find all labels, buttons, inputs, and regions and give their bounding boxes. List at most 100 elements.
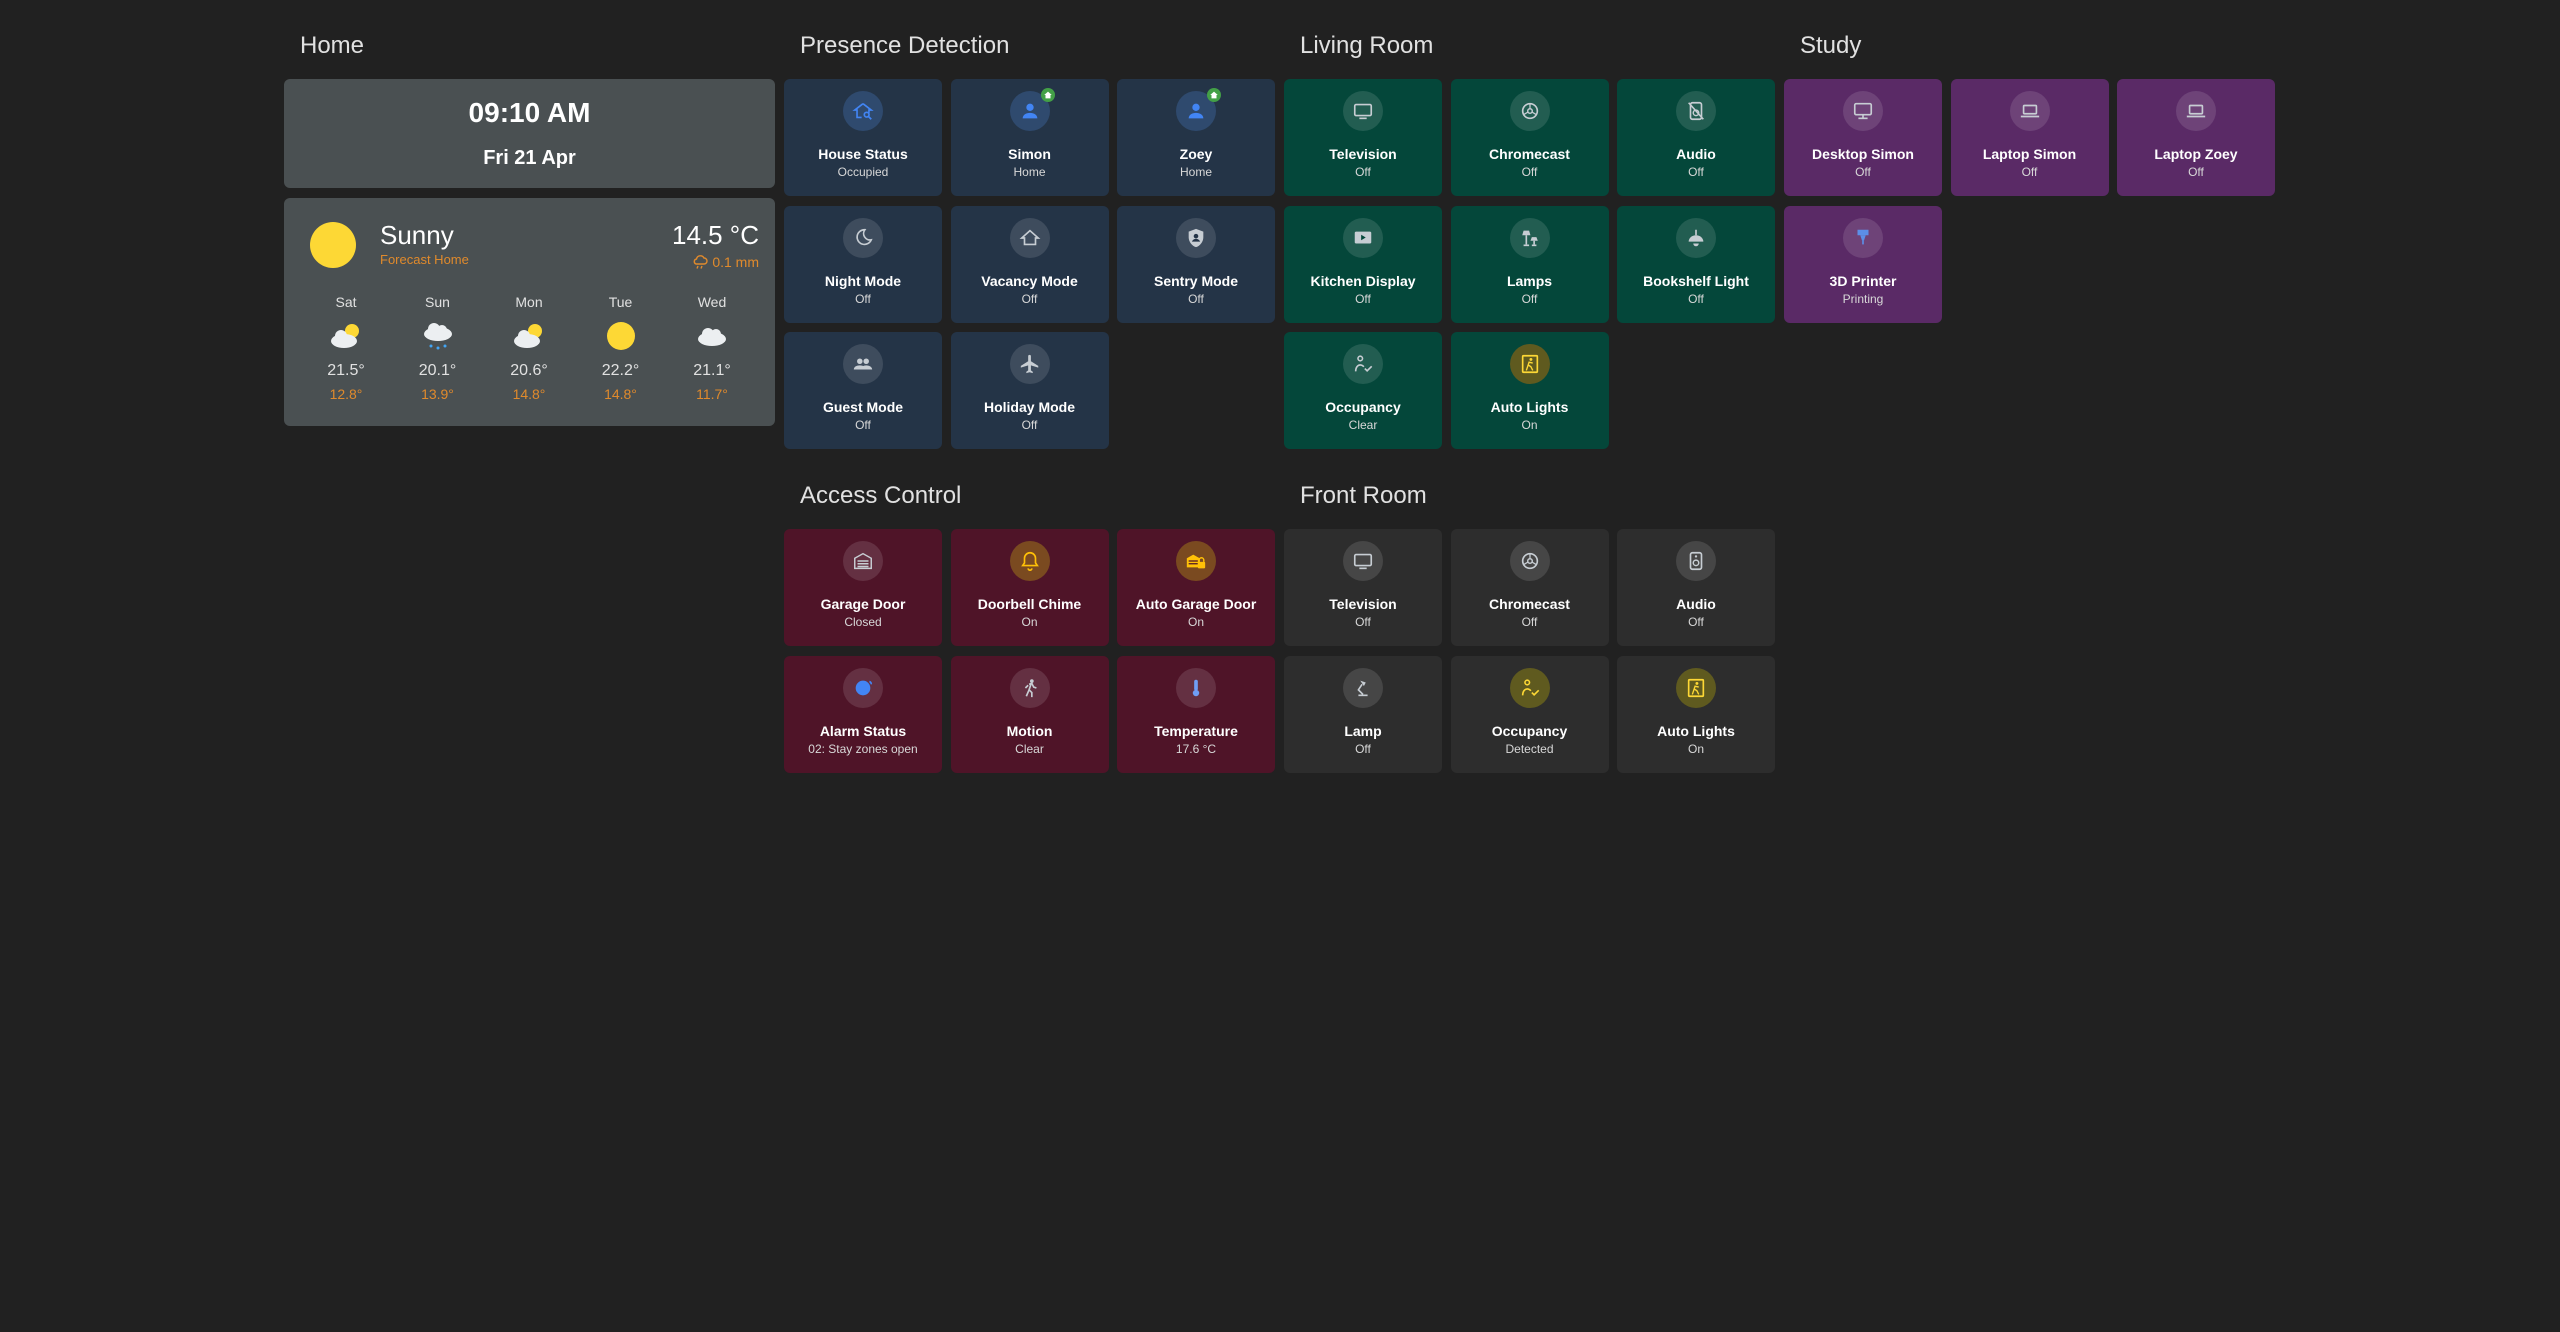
forecast-low: 12.8° <box>329 386 363 402</box>
access-tile-garage-door[interactable]: Garage Door Closed <box>784 529 942 646</box>
access-tile-auto-garage-door[interactable]: Auto Garage Door On <box>1117 529 1275 646</box>
television-icon <box>1343 91 1383 131</box>
partly-cloudy-icon <box>499 318 559 354</box>
rain-cloud-icon <box>694 255 709 269</box>
tile-state: Off <box>1688 291 1704 306</box>
tile-state: Off <box>1688 615 1704 629</box>
access-tile-motion[interactable]: Motion Clear <box>950 655 1109 773</box>
living-room-tile-chromecast[interactable]: Chromecast Off <box>1450 79 1609 196</box>
tile-state: Off <box>1188 291 1204 306</box>
tile-name: Temperature <box>1154 722 1238 739</box>
front-room-tile-chromecast[interactable]: Chromecast Off <box>1450 529 1609 646</box>
living-room-tile-lamps[interactable]: Lamps Off <box>1450 205 1609 323</box>
forecast-high: 21.5° <box>327 362 365 379</box>
tile-state: Off <box>1021 418 1038 432</box>
tile-state: Occupied <box>837 165 889 179</box>
access-tile-temperature[interactable]: Temperature 17.6 °C <box>1117 655 1275 773</box>
access-control-title: Access Control <box>800 482 962 509</box>
front-room-tile-audio[interactable]: Audio Off <box>1617 529 1775 646</box>
living-room-tile-television[interactable]: Television Off <box>1284 79 1442 196</box>
tile-state: Off <box>855 291 871 306</box>
study-tile-desktop-simon[interactable]: Desktop Simon Off <box>1784 79 1942 196</box>
tile-state: Off <box>2188 165 2204 179</box>
presence-tile-simon[interactable]: Simon Home <box>950 79 1109 196</box>
tile-name: Bookshelf Light <box>1643 272 1749 289</box>
living-room-tile-auto-lights[interactable]: Auto Lights On <box>1450 332 1609 449</box>
walk-icon <box>1009 667 1050 708</box>
tile-state: Off <box>1355 741 1371 756</box>
presence-title: Presence Detection <box>800 32 1010 59</box>
account-group-icon <box>843 344 883 384</box>
front-room-tile-occupancy[interactable]: Occupancy Detected <box>1450 655 1609 773</box>
tile-state: Home <box>1179 165 1212 179</box>
bell-icon <box>1009 541 1050 581</box>
forecast-low: 14.8° <box>512 386 546 402</box>
living-room-tile-occupancy[interactable]: Occupancy Clear <box>1284 332 1442 449</box>
tile-name: Garage Door <box>820 596 906 612</box>
forecast-low: 11.7° <box>696 386 728 402</box>
home-badge-icon <box>1207 88 1221 102</box>
tile-name: Occupancy <box>1325 399 1401 415</box>
forecast-day: Mon 20.6° 14.8° <box>499 294 559 402</box>
tile-state: Detected <box>1505 741 1554 756</box>
forecast-high: 22.2° <box>601 362 640 379</box>
living-room-tile-kitchen-display[interactable]: Kitchen Display Off <box>1284 205 1442 323</box>
tile-name: House Status <box>818 146 908 162</box>
forecast-day: Sun 20.1° 13.9° <box>408 294 468 402</box>
tile-state: Off <box>1855 165 1871 179</box>
tile-name: Night Mode <box>824 272 902 289</box>
front-room-tile-lamp[interactable]: Lamp Off <box>1284 655 1442 773</box>
tile-state: Off <box>1521 165 1538 179</box>
home-outline-icon <box>1009 217 1050 258</box>
tile-state: Clear <box>1015 741 1044 756</box>
living-room-title: Living Room <box>1300 32 1434 59</box>
forecast-high: 20.6° <box>510 362 548 379</box>
ceiling-light-icon <box>1676 217 1716 258</box>
living-room-tile-audio[interactable]: Audio Off <box>1617 79 1775 196</box>
presence-tile-zoey[interactable]: Zoey Home <box>1117 79 1275 196</box>
study-tile-3d-printer[interactable]: 3D Printer Printing <box>1784 205 1942 323</box>
presence-tile-holiday-mode[interactable]: Holiday Mode Off <box>950 332 1109 449</box>
study-tile-laptop-simon[interactable]: Laptop Simon Off <box>1950 79 2109 196</box>
presence-tile-house-status[interactable]: House Status Occupied <box>784 79 942 196</box>
study-tile-laptop-zoey[interactable]: Laptop Zoey Off <box>2117 79 2275 196</box>
tile-state: 02: Stay zones open <box>808 741 918 756</box>
weather-source: Forecast Home <box>380 252 469 267</box>
cast-icon <box>1509 91 1550 131</box>
forecast-day-name: Sat <box>335 294 357 310</box>
living-room-tile-bookshelf-light[interactable]: Bookshelf Light Off <box>1617 205 1775 323</box>
monitor-icon <box>1843 91 1883 131</box>
laptop-icon <box>2176 91 2216 131</box>
presence-tile-night-mode[interactable]: Night Mode Off <box>784 205 942 323</box>
weather-card[interactable]: Sunny Forecast Home 14.5 °C 0.1 mm Sat 21… <box>284 198 775 426</box>
clock-card[interactable]: 09:10 AM Fri 21 Apr <box>284 79 775 188</box>
presence-tile-vacancy-mode[interactable]: Vacancy Mode Off <box>950 205 1109 323</box>
presence-tile-sentry-mode[interactable]: Sentry Mode Off <box>1117 205 1275 323</box>
clock-time: 09:10 AM <box>468 97 591 128</box>
tile-name: Chromecast <box>1489 596 1570 612</box>
shield-account-icon <box>1176 217 1216 258</box>
tile-state: Off <box>1355 165 1371 179</box>
tile-name: 3D Printer <box>1829 272 1897 289</box>
tile-name: Television <box>1329 596 1397 612</box>
tile-name: Vacancy Mode <box>981 272 1078 289</box>
tile-state: Printing <box>1842 291 1884 306</box>
tile-state: On <box>1187 615 1204 629</box>
presence-tile-guest-mode[interactable]: Guest Mode Off <box>784 332 942 449</box>
tile-name: Simon <box>1008 146 1051 162</box>
access-tile-doorbell-chime[interactable]: Doorbell Chime On <box>950 529 1109 646</box>
printer-3d-icon <box>1843 217 1883 258</box>
front-room-tile-television[interactable]: Television Off <box>1284 529 1442 646</box>
motion-sensor-icon <box>1343 344 1383 384</box>
weather-precipitation: 0.1 mm <box>692 254 759 270</box>
motion-sensor-icon <box>1509 667 1550 708</box>
speaker-icon <box>1676 541 1716 581</box>
forecast-day-name: Mon <box>515 294 543 310</box>
front-room-title: Front Room <box>1300 482 1427 509</box>
tile-name: Lamp <box>1344 722 1382 739</box>
access-tile-alarm-status[interactable]: Alarm Status 02: Stay zones open <box>784 655 942 773</box>
study-title: Study <box>1800 32 1862 59</box>
tile-name: Alarm Status <box>819 722 907 739</box>
front-room-tile-auto-lights[interactable]: Auto Lights On <box>1617 655 1775 773</box>
tile-state: Off <box>855 418 871 432</box>
